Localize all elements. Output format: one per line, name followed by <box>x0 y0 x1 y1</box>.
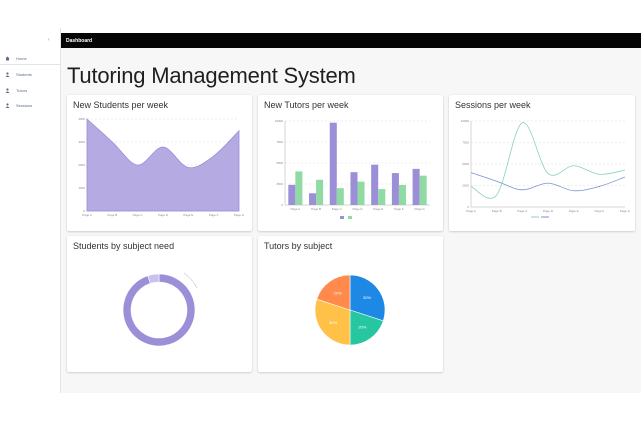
sidebar-item-tutors[interactable]: Tutors <box>5 84 59 96</box>
page-title: Tutoring Management System <box>67 63 356 88</box>
card-sessions: Sessions per week 0 2500 5000 7500 10000 Page… <box>449 95 635 231</box>
x-tick-label: Page A <box>82 213 92 217</box>
sidebar-header: ‹ <box>0 28 61 48</box>
x-tick-label: Page A <box>466 209 476 213</box>
bar <box>378 189 386 205</box>
y-tick-label: 3000 <box>78 140 85 144</box>
x-tick-label: Page F <box>209 213 219 217</box>
dashboard-content: Tutoring Management System New Students … <box>61 48 641 393</box>
x-tick-label: Page B <box>311 207 321 211</box>
bar <box>391 173 399 205</box>
person-icon <box>5 87 10 93</box>
home-icon <box>5 56 10 61</box>
students-by-subject-donut-chart <box>122 272 198 347</box>
bar <box>371 164 379 205</box>
card-new-students: New Students per week 0 1000 2000 3000 4000 P… <box>67 95 252 231</box>
bar <box>336 188 344 205</box>
new-students-area-chart: 01000200030004000Page A Page B Page C Page … <box>78 117 245 217</box>
y-tick-label: 10000 <box>275 119 284 123</box>
pie-slice-label: 30% <box>329 320 337 325</box>
x-tick-label: Page A <box>291 207 301 211</box>
x-tick-label: Page C <box>133 213 144 217</box>
app-frame: ‹ Home Students Tutors Sessions Dashboar… <box>0 28 641 393</box>
x-tick-label: Page E <box>183 213 193 217</box>
card-tutors-by-subject: Tutors by subject 30% 20% 30% 20% <box>258 236 443 372</box>
x-tick-label: Page G <box>620 209 631 213</box>
x-tick-label: Page C <box>332 207 343 211</box>
legend-swatch <box>340 216 344 219</box>
person-icon <box>5 102 10 108</box>
x-tick-label: Page F <box>594 209 604 213</box>
person-icon <box>5 71 10 77</box>
bar <box>329 122 337 205</box>
y-tick-label: 1000 <box>78 186 85 190</box>
app-bar-title: Dashboard <box>66 37 93 44</box>
bar <box>288 184 296 205</box>
bar <box>357 181 365 205</box>
x-tick-label: Page E <box>569 209 579 213</box>
sidebar-item-label: Tutors <box>16 87 28 93</box>
bar <box>419 175 427 205</box>
bar <box>309 193 317 205</box>
x-tick-label: Page D <box>158 213 169 217</box>
sidebar-divider <box>0 64 61 65</box>
bar <box>295 171 303 205</box>
bar <box>412 168 420 205</box>
x-tick-label: Page G <box>415 207 426 211</box>
x-tick-label: Page F <box>394 207 404 211</box>
sidebar: ‹ Home Students Tutors Sessions <box>0 28 61 393</box>
x-tick-label: Page B <box>107 213 117 217</box>
card-students-by-subject: Students by subject need <box>67 236 252 372</box>
sidebar-item-students[interactable]: Students <box>5 68 59 80</box>
sidebar-item-sessions[interactable]: Sessions <box>5 99 59 111</box>
sidebar-item-label: Home <box>16 55 27 61</box>
legend-swatch <box>348 216 352 219</box>
area-series <box>86 118 240 212</box>
y-tick-label: 2000 <box>78 163 85 167</box>
y-tick-label: 5000 <box>462 162 469 166</box>
bar <box>316 179 324 205</box>
y-tick-label: 2500 <box>462 184 469 188</box>
y-tick-label: 0 <box>281 203 283 207</box>
pie-slice-label: 30% <box>363 295 371 300</box>
x-tick-label: Page B <box>492 209 502 213</box>
sidebar-item-label: Sessions <box>16 102 33 108</box>
sidebar-item-home[interactable]: Home <box>5 52 59 64</box>
chevron-left-icon[interactable]: ‹ <box>48 37 50 43</box>
pie-slice-label: 20% <box>334 291 342 296</box>
y-tick-label: 5000 <box>276 161 283 165</box>
sidebar-item-label: Students <box>16 71 32 77</box>
bar <box>398 184 406 205</box>
y-tick-label: 10000 <box>461 119 470 123</box>
x-tick-label: Page D <box>352 207 363 211</box>
sessions-line-chart: 025005000750010000Page A Page B Page C Page… <box>461 119 631 218</box>
y-tick-label: 7500 <box>276 140 283 144</box>
y-tick-label: 2500 <box>276 182 283 186</box>
new-tutors-bar-chart: 0 2500 5000 7500 10000 Page A Page B Page C Page… <box>275 119 430 219</box>
x-tick-label: Page D <box>543 209 554 213</box>
line-series <box>470 122 626 199</box>
line-series <box>470 172 626 192</box>
bar <box>350 172 358 205</box>
y-tick-label: 4000 <box>78 117 85 121</box>
x-tick-label: Page C <box>517 209 528 213</box>
x-tick-label: Page G <box>234 213 245 217</box>
pie-slice-label: 20% <box>358 324 366 329</box>
app-bar: Dashboard <box>61 33 641 48</box>
donut-slice <box>122 273 196 347</box>
card-new-tutors: New Tutors per week 0 2500 5000 7500 10000 Pa… <box>258 95 443 231</box>
tutors-by-subject-pie-chart: 30% 20% 30% 20% <box>314 274 386 346</box>
x-tick-label: Page E <box>373 207 383 211</box>
y-tick-label: 7500 <box>462 141 469 145</box>
